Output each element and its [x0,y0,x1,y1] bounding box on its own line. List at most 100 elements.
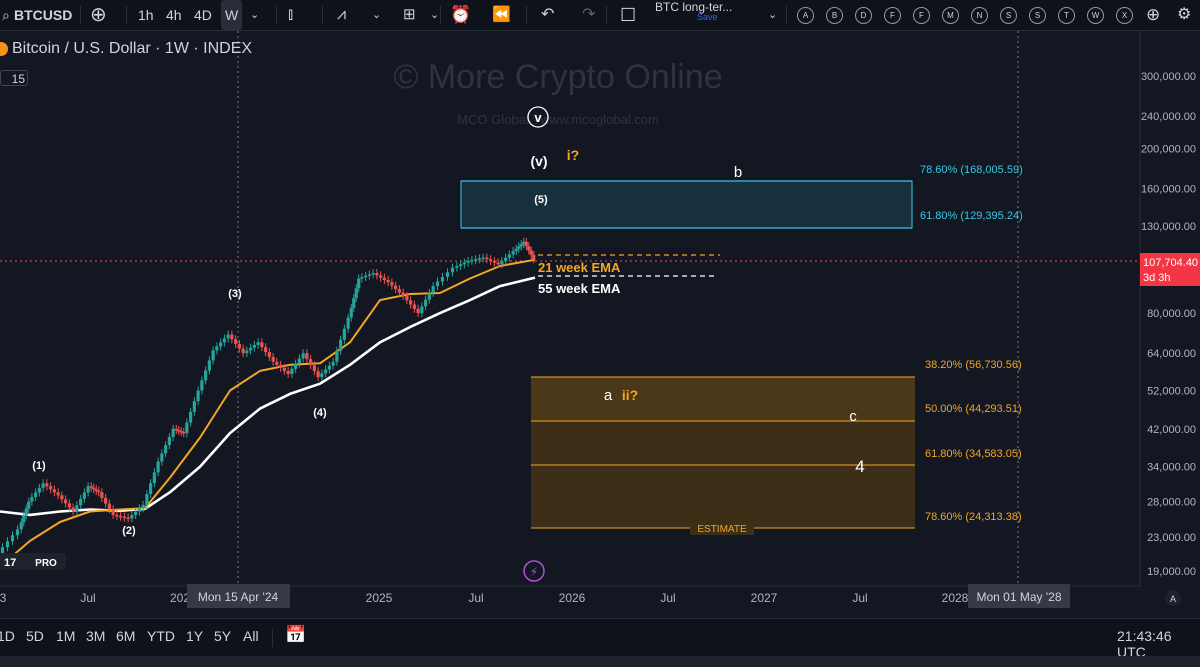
candle-body [382,277,386,280]
replay-icon[interactable]: ⏪ [492,0,511,30]
candle-body [409,300,413,305]
wave-label-3: (3) [228,288,242,300]
candle-body [119,515,123,518]
drawing-m-button[interactable]: M [942,7,959,24]
interval-1h[interactable]: 1h [138,0,154,30]
range-ytd[interactable]: YTD [147,628,175,644]
candle-body [517,246,521,249]
templates-icon[interactable]: ⊞ [403,0,416,30]
drawing-d-button[interactable]: D [855,7,872,24]
candle-body [416,308,420,314]
range-5d[interactable]: 5D [26,628,44,644]
drawing-s-button[interactable]: S [1000,7,1017,24]
date-range-icon[interactable]: 📅 [285,625,306,645]
candle-body [34,492,38,498]
candle-body [256,342,260,346]
estimate-label: ESTIMATE [697,524,747,535]
symbol-name[interactable]: BTCUSD [14,0,72,30]
candle-body [271,356,275,362]
candle-body [492,260,496,263]
drawing-x-button[interactable]: X [1116,7,1133,24]
range-6m[interactable]: 6M [116,628,135,644]
chevron-down-icon[interactable]: ⌄ [250,0,259,30]
drawing-t-button[interactable]: T [1058,7,1075,24]
range-3m[interactable]: 3M [86,628,105,644]
drawing-n-button[interactable]: N [971,7,988,24]
candle-body [234,339,238,344]
candle-body [309,359,313,366]
layout-name[interactable]: BTC long-ter... [655,0,732,14]
search-icon[interactable]: ⌕ [2,0,10,30]
candle-body [354,288,358,299]
layout-icon[interactable]: ☐ [620,0,636,30]
watermark-brand: © More Crypto Online [393,58,722,96]
candle-body [511,251,515,255]
range-all[interactable]: All [243,628,259,644]
candles-icon[interactable]: ⫾ [288,0,293,30]
candle-body [524,241,528,247]
indicators-count-toggle[interactable]: 15 [0,70,28,86]
drawing-a-button[interactable]: A [797,7,814,24]
candle-body [412,304,416,309]
range-1y[interactable]: 1Y [186,628,203,644]
auto-scale-label: A [1170,594,1176,604]
drawing-s2-button[interactable]: S [1029,7,1046,24]
candle-body [192,401,196,412]
undo-icon[interactable]: ↶ [541,0,554,30]
drawing-b-button[interactable]: B [826,7,843,24]
range-1m[interactable]: 1M [56,628,75,644]
candle-body [211,350,215,361]
bottom-toolbar: 1D 5D 1M 3M 6M YTD 1Y 5Y All 📅 21:43:46 … [0,618,1200,660]
candle-body [294,363,298,369]
candle-body [352,298,356,308]
interval-4h[interactable]: 4h [166,0,182,30]
interval-4d[interactable]: 4D [194,0,212,30]
drawing-w-button[interactable]: W [1087,7,1104,24]
last-price-value: 107,704.40 [1143,257,1198,269]
candle-body [222,338,226,343]
indicators-icon[interactable]: ⩘ [337,0,346,30]
time-tick-label: Jul [660,591,675,605]
toolbar-divider [276,6,277,24]
price-tick-label: 19,000.00 [1147,566,1196,578]
candle-body [519,244,523,247]
candle-body [435,281,440,287]
candle-body [60,495,64,500]
redo-icon[interactable]: ↷ [582,0,595,30]
ema55-label: 55 week EMA [538,281,621,296]
toolbar-divider [786,6,787,24]
candle-body [94,489,98,491]
settings-icon[interactable]: ⚙ [1177,0,1191,30]
chart-legend-title[interactable]: Bitcoin / U.S. Dollar · 1W · INDEX [12,40,252,58]
candle-body [500,260,504,265]
time-tick-label: 2025 [366,591,393,605]
alert-icon[interactable]: ⏰ [450,0,471,30]
candle-body [267,352,271,357]
drawing-f-button[interactable]: F [884,7,901,24]
interval-w[interactable]: W [221,0,243,30]
candle-body [207,360,211,371]
price-tick-label: 200,000.00 [1141,144,1196,156]
time-tick-label: Jul [80,591,95,605]
chevron-down-icon[interactable]: ⌄ [372,0,381,30]
fib-upper-zone[interactable] [460,180,913,229]
fib-label-382: 38.20% (56,730.56) [925,359,1022,371]
zoom-icon[interactable]: ⊕ [1146,0,1160,30]
range-5y[interactable]: 5Y [214,628,231,644]
drawing-f2-button[interactable]: F [913,7,930,24]
candle-body [167,436,171,446]
chevron-down-icon[interactable]: ⌄ [768,0,777,30]
candle-body [507,254,511,258]
candle-body [219,342,223,347]
candle-body [320,373,324,378]
range-1d[interactable]: 1D [0,628,15,644]
price-chart[interactable]: © More Crypto Online MCO Global · www.mc… [0,31,1200,618]
candle-body [514,248,518,252]
add-symbol-icon[interactable]: ⊕ [90,0,107,30]
candle-body [152,472,156,484]
fib-label-786-upper: 78.60% (168,005.59) [920,164,1023,176]
toolbar-divider [272,629,273,647]
chevron-down-icon[interactable]: ⌄ [430,0,439,30]
candle-body [532,254,536,260]
layout-save-status[interactable]: Save [697,12,718,22]
